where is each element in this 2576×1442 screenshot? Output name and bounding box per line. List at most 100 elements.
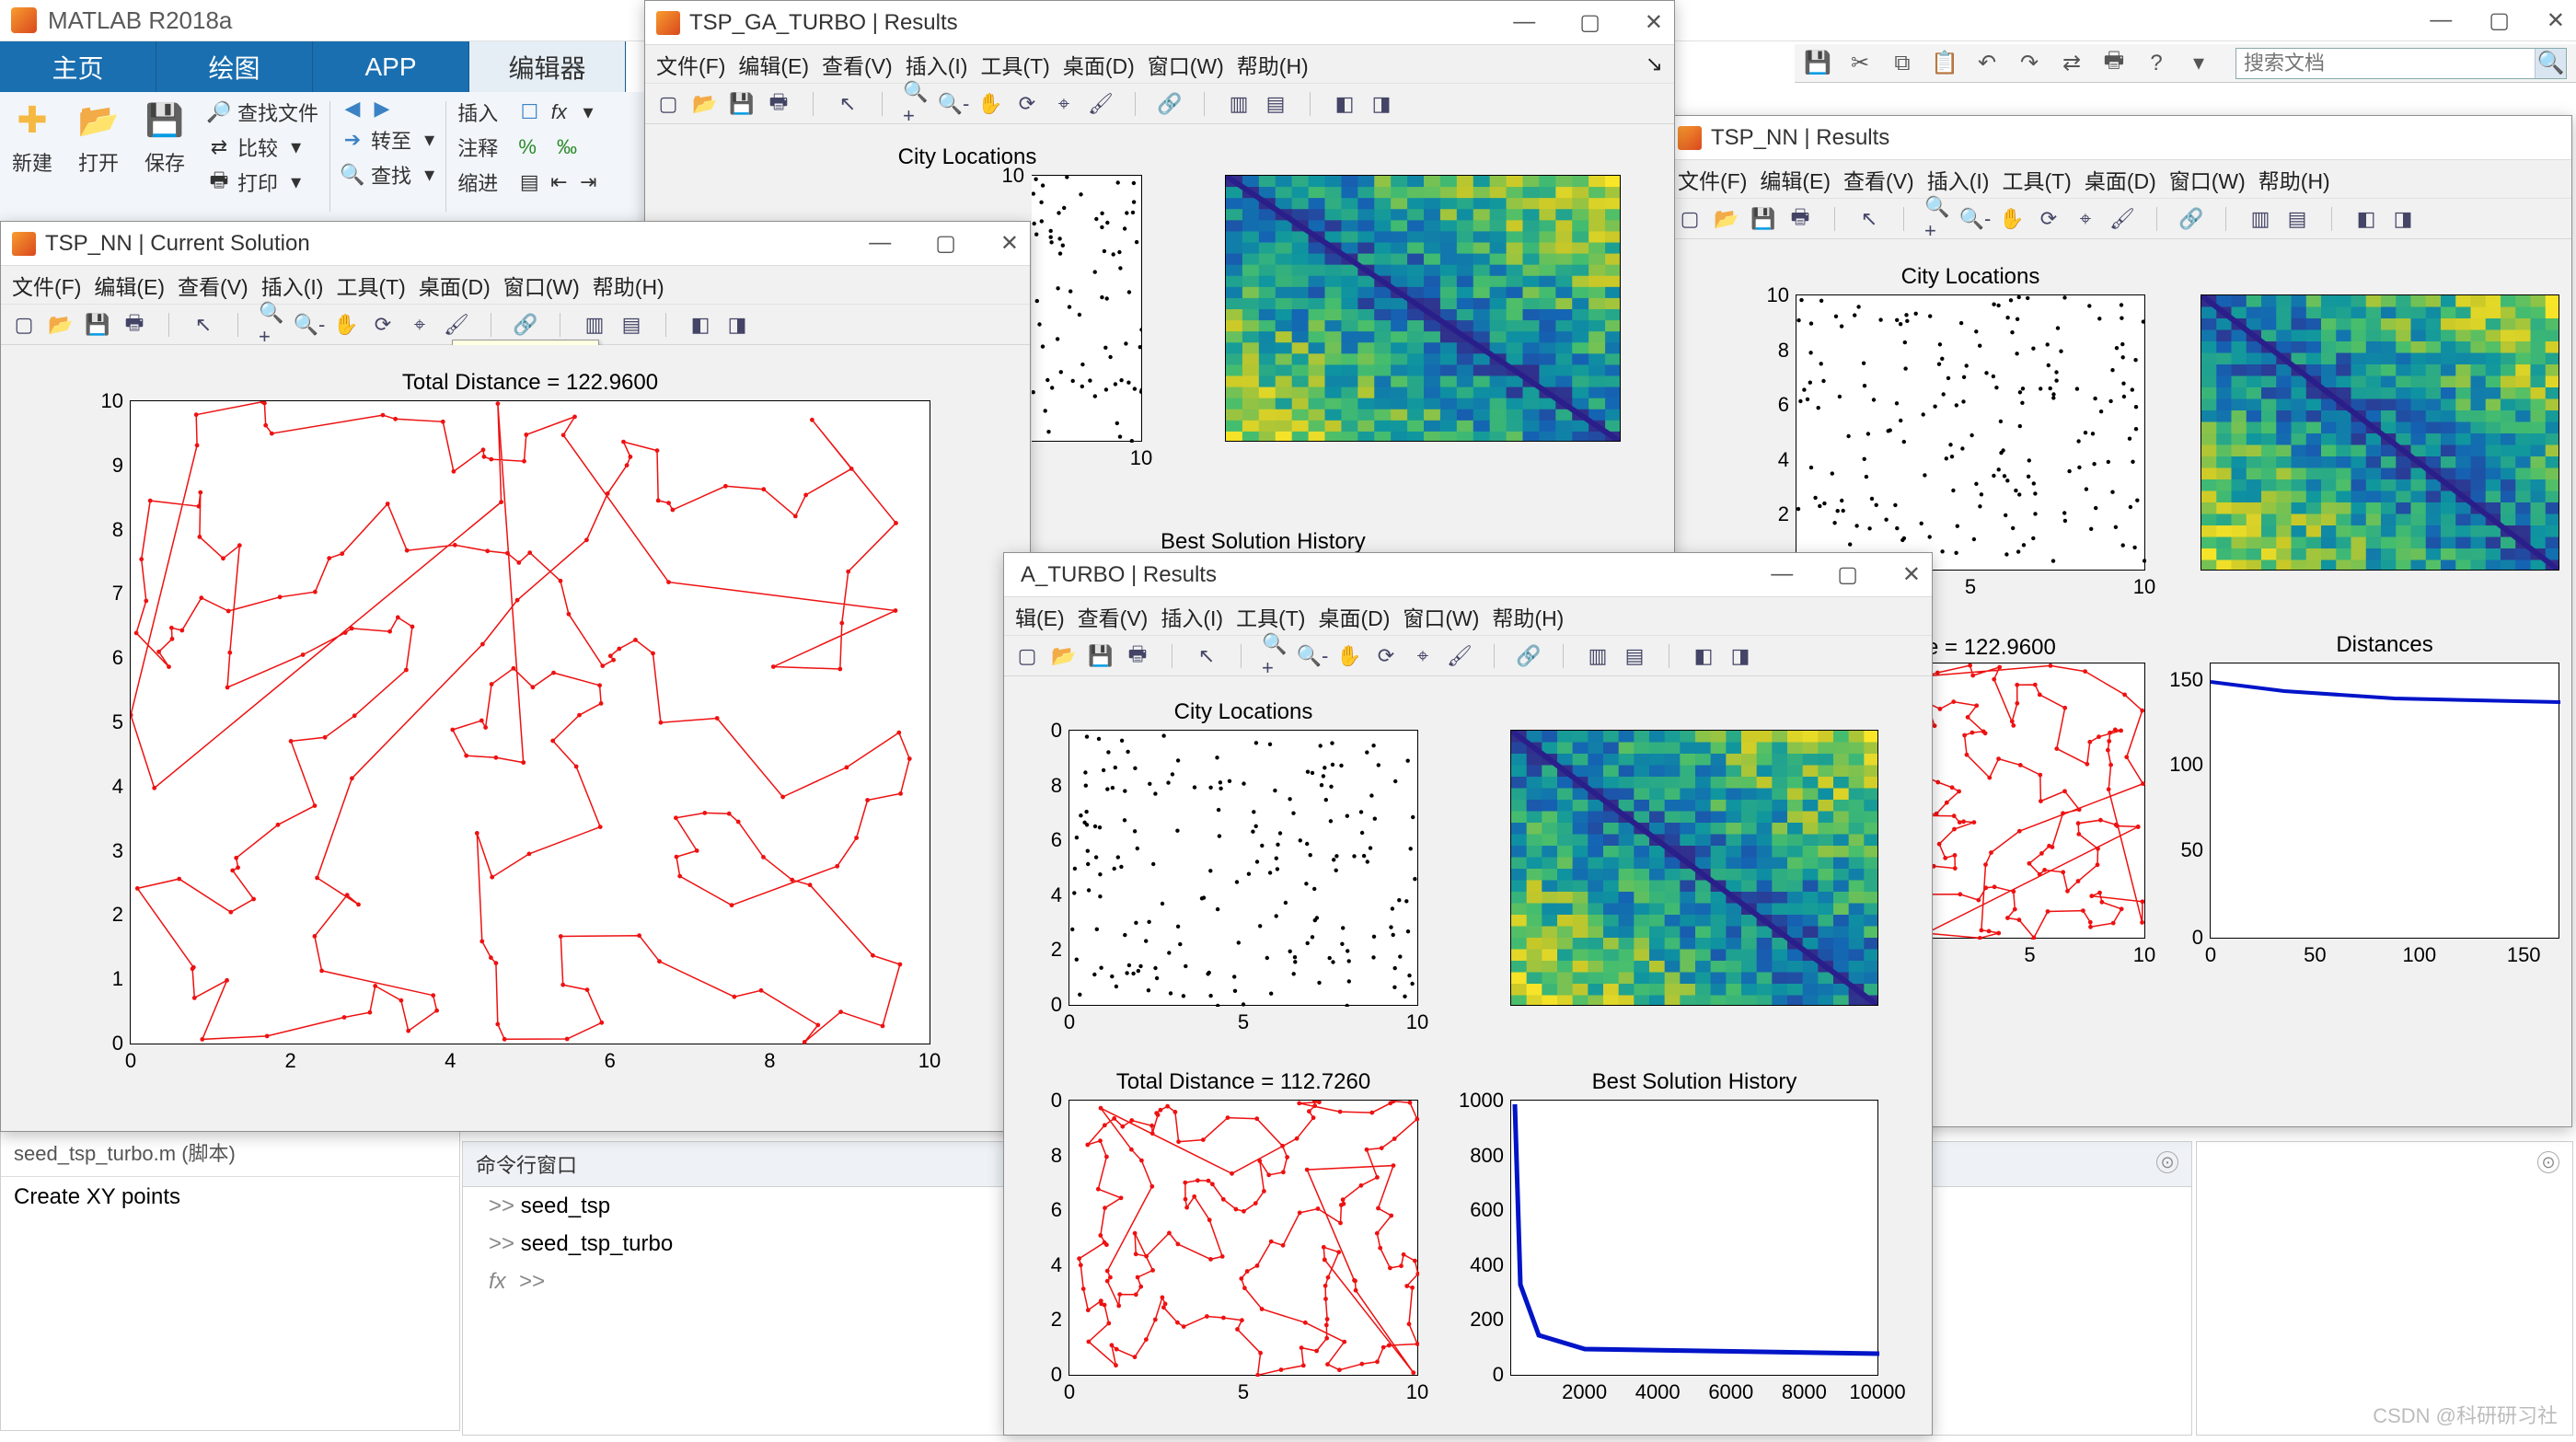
menu-insert[interactable]: 插入(I) <box>261 270 324 301</box>
menu-insert[interactable]: 插入(I) <box>1161 601 1223 632</box>
axes-solution-tour[interactable]: Total Distance = 112.7260 0 8 6 4 2 0 0 … <box>1069 1100 1418 1376</box>
colorbar-icon[interactable]: ▥ <box>581 311 608 339</box>
menu-file[interactable]: 文件(F) <box>1678 164 1747 195</box>
menu-edit[interactable]: 编辑(E) <box>1760 164 1831 195</box>
cut-icon[interactable]: ✂ <box>1846 50 1874 77</box>
menu-edit[interactable]: 辑(E) <box>1015 601 1065 632</box>
colorbar-icon[interactable]: ▥ <box>1584 642 1611 670</box>
save-icon[interactable]: 💾 <box>1750 205 1777 233</box>
print-icon[interactable]: 🖶 <box>1786 205 1814 233</box>
search-input[interactable] <box>2236 52 2535 75</box>
menu-view[interactable]: 查看(V) <box>1843 164 1914 195</box>
close-button[interactable]: ✕ <box>1645 9 1663 36</box>
panel-menu-icon[interactable]: ⊙ <box>2537 1151 2559 1173</box>
brush-icon[interactable]: 🖌 <box>1087 90 1115 118</box>
menu-tools[interactable]: 工具(T) <box>2002 164 2071 195</box>
panel-menu-icon[interactable]: ⊙ <box>2156 1151 2178 1173</box>
axes-solution-tour[interactable]: 5 0 5 10 <box>1915 663 2145 939</box>
rotate-icon[interactable]: ⟳ <box>1013 90 1041 118</box>
print-icon[interactable]: 🖶 <box>1124 642 1151 670</box>
menu-help[interactable]: 帮助(H) <box>1492 601 1564 632</box>
pan-icon[interactable]: ✋ <box>332 311 360 339</box>
menu-more-icon[interactable]: ↘ <box>1646 52 1663 76</box>
new-icon[interactable]: ▢ <box>1676 205 1704 233</box>
dock-icon[interactable]: ◧ <box>687 311 714 339</box>
colorbar-icon[interactable]: ▥ <box>2247 205 2274 233</box>
figure-window-ga-turbo-2[interactable]: A_TURBO | Results —▢✕ 辑(E) 查看(V) 插入(I) 工… <box>1003 552 1933 1436</box>
axes-distances[interactable]: Distances 150 100 50 0 0 50 100 150 <box>2210 663 2559 939</box>
pointer-icon[interactable]: ↖ <box>834 90 861 118</box>
doc-search[interactable]: 🔍 <box>2235 48 2567 79</box>
pointer-icon[interactable]: ↖ <box>1855 205 1883 233</box>
datacursor-icon[interactable]: ⌖ <box>2072 205 2099 233</box>
maximize-button[interactable]: ▢ <box>935 230 956 257</box>
menu-view[interactable]: 查看(V) <box>822 49 893 80</box>
maximize-button[interactable]: ▢ <box>1837 561 1858 588</box>
find-button[interactable]: 🔍查找 ▾ <box>341 160 434 190</box>
minimize-button[interactable]: — <box>869 230 891 257</box>
menu-edit[interactable]: 编辑(E) <box>94 270 165 301</box>
undock-icon[interactable]: ◨ <box>2389 205 2417 233</box>
zoom-in-icon[interactable]: 🔍+ <box>1924 205 1952 233</box>
rotate-icon[interactable]: ⟳ <box>369 311 397 339</box>
menu-insert[interactable]: 插入(I) <box>906 49 968 80</box>
close-button[interactable]: ✕ <box>1902 561 1921 588</box>
datacursor-icon[interactable]: ⌖ <box>1409 642 1437 670</box>
menu-desktop[interactable]: 桌面(D) <box>419 270 491 301</box>
zoom-in-icon[interactable]: 🔍+ <box>903 90 930 118</box>
axes-tour[interactable]: Total Distance = 122.9600 10 9 8 7 6 5 4… <box>130 400 930 1044</box>
pan-icon[interactable]: ✋ <box>976 90 1004 118</box>
nav-back-button[interactable]: ◀▶ <box>341 98 434 120</box>
legend-icon[interactable]: ▤ <box>618 311 645 339</box>
dropdown-icon[interactable]: ▾ <box>2185 50 2212 77</box>
save-file-icon[interactable]: 💾 <box>142 98 188 144</box>
axes-distance-matrix[interactable]: Distance Matrix 50 100 150 200 50 100 15… <box>1510 730 1878 1006</box>
link-icon[interactable]: 🔗 <box>512 311 539 339</box>
print-icon[interactable]: 🖶 <box>121 311 148 339</box>
menu-help[interactable]: 帮助(H) <box>1237 49 1309 80</box>
open-icon[interactable]: 📂 <box>1050 642 1078 670</box>
save-icon[interactable]: 💾 <box>1804 50 1831 77</box>
minimize-button[interactable]: — <box>1513 9 1535 36</box>
zoom-out-icon[interactable]: 🔍- <box>1299 642 1326 670</box>
paste-icon[interactable]: 📋 <box>1931 50 1958 77</box>
datacursor-icon[interactable]: ⌖ <box>406 311 433 339</box>
switch-icon[interactable]: ⇄ <box>2058 50 2085 77</box>
link-icon[interactable]: 🔗 <box>1515 642 1542 670</box>
axes-city-locations[interactable]: City Locations 10 8 6 4 2 0 0 5 10 <box>1796 294 2145 571</box>
new-file-icon[interactable]: ✚ <box>9 98 55 144</box>
search-icon[interactable]: 🔍 <box>2535 49 2566 78</box>
menu-desktop[interactable]: 桌面(D) <box>1318 601 1390 632</box>
close-button[interactable]: ✕ <box>2547 7 2565 34</box>
undock-icon[interactable]: ◨ <box>1368 90 1395 118</box>
save-icon[interactable]: 💾 <box>84 311 111 339</box>
undo-icon[interactable]: ↶ <box>1973 50 2001 77</box>
brush-icon[interactable]: 🖌 <box>1446 642 1473 670</box>
save-icon[interactable]: 💾 <box>1087 642 1115 670</box>
find-files-button[interactable]: 🔎查找文件 <box>208 98 318 127</box>
dock-icon[interactable]: ◧ <box>2352 205 2380 233</box>
axes-distance-matrix[interactable]: Distance Matrix 50 100 150 200 50 100 15… <box>1225 175 1621 442</box>
menu-tools[interactable]: 工具(T) <box>336 270 405 301</box>
link-icon[interactable]: 🔗 <box>2177 205 2205 233</box>
zoom-out-icon[interactable]: 🔍- <box>295 311 323 339</box>
menu-desktop[interactable]: 桌面(D) <box>1063 49 1135 80</box>
figure-window-current-solution[interactable]: TSP_NN | Current Solution —▢✕ 文件(F) 编辑(E… <box>0 221 1031 1132</box>
comment-row[interactable]: 注释 % ‰ <box>457 133 599 162</box>
rotate-icon[interactable]: ⟳ <box>2035 205 2062 233</box>
undock-icon[interactable]: ◨ <box>723 311 751 339</box>
print-button[interactable]: 🖶打印 ▾ <box>208 167 318 197</box>
menu-window[interactable]: 窗口(W) <box>2169 164 2246 195</box>
print-icon[interactable]: 🖶 <box>765 90 792 118</box>
menu-file[interactable]: 文件(F) <box>12 270 81 301</box>
minimize-button[interactable]: — <box>1771 561 1793 588</box>
redo-icon[interactable]: ↷ <box>2016 50 2043 77</box>
datacursor-icon[interactable]: ⌖ <box>1050 90 1078 118</box>
new-icon[interactable]: ▢ <box>654 90 682 118</box>
menu-window[interactable]: 窗口(W) <box>1403 601 1479 632</box>
axes-best-history[interactable]: Best Solution History 1000 800 600 400 2… <box>1510 1100 1878 1376</box>
compare-button[interactable]: ⇄比较 ▾ <box>208 133 318 162</box>
open-icon[interactable]: 📂 <box>1713 205 1740 233</box>
dock-icon[interactable]: ◧ <box>1331 90 1358 118</box>
zoom-in-icon[interactable]: 🔍+ <box>1262 642 1289 670</box>
